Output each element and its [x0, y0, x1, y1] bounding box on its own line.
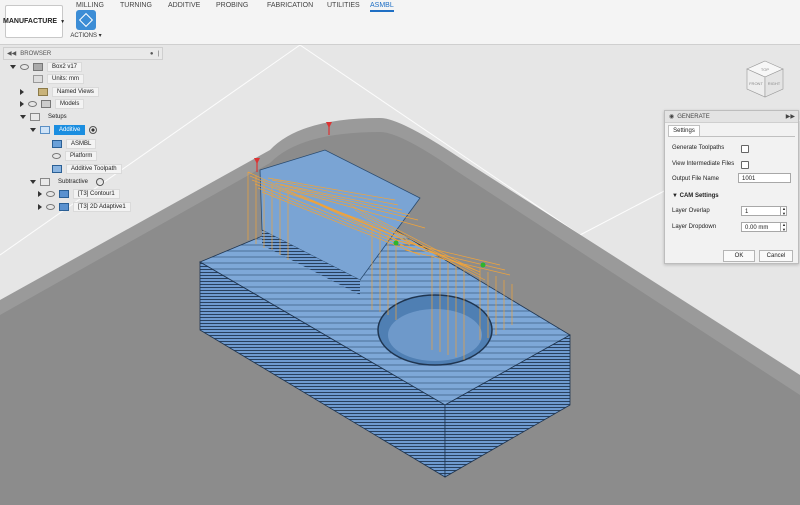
tree-item-additive-toolpath[interactable]: Additive Toolpath [52, 164, 122, 174]
tree-label: [T3] 2D Adaptive1 [73, 202, 131, 212]
machine-icon [52, 140, 62, 148]
ok-button[interactable]: OK [723, 250, 755, 262]
toolpath-icon [52, 165, 62, 173]
layer-dropdown-stepper[interactable]: ▲ ▼ [780, 222, 787, 232]
tab-fabrication[interactable]: FABRICATION [267, 2, 313, 9]
visibility-eye-icon[interactable] [52, 153, 61, 159]
setup-icon [40, 178, 50, 186]
tree-label: Additive Toolpath [66, 164, 122, 174]
visibility-eye-icon[interactable] [46, 204, 55, 210]
tab-turning[interactable]: TURNING [120, 2, 152, 9]
tree-item-2d-adaptive1[interactable]: [T3] 2D Adaptive1 [38, 202, 131, 212]
cancel-button[interactable]: Cancel [759, 250, 793, 262]
generate-icon: ◉ [669, 114, 675, 120]
expand-icon[interactable] [38, 204, 42, 210]
expand-icon[interactable] [30, 180, 36, 184]
document-icon [33, 63, 43, 71]
output-file-input[interactable]: 1001 [738, 173, 791, 183]
tab-asmbl[interactable]: ASMBL [370, 2, 394, 12]
workspace-label: MANUFACTURE [3, 18, 58, 25]
generate-toolpaths-label: Generate Toolpaths [672, 145, 725, 151]
active-setup-radio[interactable] [89, 126, 98, 134]
layer-dropdown-label: Layer Dropdown [672, 224, 717, 230]
viewcube[interactable]: TOP FRONT RIGHT [740, 55, 790, 105]
view-intermediate-label: View Intermediate Files [672, 161, 735, 167]
tab-utilities[interactable]: UTILITIES [327, 2, 360, 9]
inactive-setup-radio[interactable] [96, 178, 105, 186]
tree-label: Setups [48, 114, 67, 120]
setups-icon [30, 113, 40, 121]
expand-icon[interactable] [38, 191, 42, 197]
tree-label: Named Views [52, 87, 99, 97]
tree-item-contour1[interactable]: [T3] Contour1 [38, 189, 120, 199]
visibility-eye-icon[interactable] [20, 64, 29, 70]
tree-item-additive[interactable]: Additive [30, 125, 98, 135]
part-hole-floor [388, 309, 482, 361]
tab-milling[interactable]: MILLING [76, 2, 104, 9]
expand-icon[interactable] [20, 89, 24, 95]
expand-icon[interactable] [20, 101, 24, 107]
tree-label: Subtractive [58, 179, 89, 185]
tree-item-models[interactable]: Models [20, 99, 85, 109]
tree-label: ASMBL [66, 139, 97, 149]
dialog-header[interactable]: ◉ GENERATE ▶▶ [665, 111, 798, 123]
actions-button[interactable]: ACTIONS ▾ [70, 10, 102, 39]
tab-additive[interactable]: ADDITIVE [168, 2, 200, 9]
tree-label: Units: mm [47, 74, 84, 84]
ribbon-toolbar: MILLING TURNING ADDITIVE PROBING FABRICA… [0, 0, 800, 45]
tree-label: [T3] Contour1 [73, 189, 120, 199]
browser-title: BROWSER [20, 50, 52, 57]
collapse-icon[interactable]: ◀◀ [7, 50, 16, 57]
visibility-eye-icon[interactable] [28, 101, 37, 107]
cam-settings-label: CAM Settings [679, 193, 719, 199]
layer-overlap-stepper[interactable]: ▲ ▼ [780, 206, 787, 216]
models-icon [41, 100, 51, 108]
browser-header: ◀◀ BROWSER ● | [3, 47, 163, 60]
output-file-label: Output File Name [672, 176, 720, 182]
tree-item-setups[interactable]: Setups [20, 112, 71, 122]
view-intermediate-checkbox[interactable] [741, 161, 749, 169]
tree-label: Box2 v17 [47, 62, 83, 72]
divider-icon: | [157, 50, 159, 57]
setup-icon [40, 126, 50, 134]
viewcube-top-face: TOP [761, 67, 769, 72]
tree-label: Models [55, 99, 85, 109]
dialog-title: GENERATE [677, 113, 710, 120]
visibility-eye-icon[interactable] [46, 191, 55, 197]
operation-icon [59, 190, 69, 198]
tree-item-subtractive[interactable]: Subtractive [30, 177, 105, 187]
actions-icon [76, 10, 96, 30]
tree-item-asmbl[interactable]: ASMBL [52, 139, 97, 149]
operation-icon [59, 203, 69, 211]
generate-dialog: ◉ GENERATE ▶▶ Settings Generate Toolpath… [664, 110, 799, 264]
generate-toolpaths-checkbox[interactable] [741, 145, 749, 153]
layer-overlap-label: Layer Overlap [672, 208, 710, 214]
dialog-body: Generate Toolpaths View Intermediate Fil… [668, 136, 795, 247]
tree-item-named-views[interactable]: Named Views [20, 87, 99, 97]
cam-settings-header[interactable]: ▼ CAM Settings [672, 193, 719, 199]
chevron-down-icon: ▼ [60, 18, 66, 25]
folder-icon [38, 88, 48, 96]
viewcube-right-face: RIGHT [768, 81, 781, 86]
tree-item-root[interactable]: Box2 v17 [10, 62, 83, 72]
expand-dialog-icon[interactable]: ▶▶ [786, 113, 795, 120]
expand-icon[interactable] [30, 128, 36, 132]
expand-icon[interactable] [20, 115, 26, 119]
expand-icon[interactable] [10, 65, 16, 69]
viewcube-front-face: FRONT [749, 81, 763, 86]
tree-item-units[interactable]: Units: mm [33, 74, 84, 84]
tab-probing[interactable]: PROBING [216, 2, 248, 9]
tree-label: Additive [54, 125, 86, 135]
units-icon [33, 75, 43, 83]
pin-icon[interactable]: ● [150, 51, 154, 57]
actions-label: ACTIONS [70, 33, 97, 39]
tree-item-platform[interactable]: Platform [52, 151, 98, 161]
workspace-dropdown[interactable]: MANUFACTURE ▼ [3, 5, 66, 38]
tree-label: Platform [65, 151, 98, 161]
